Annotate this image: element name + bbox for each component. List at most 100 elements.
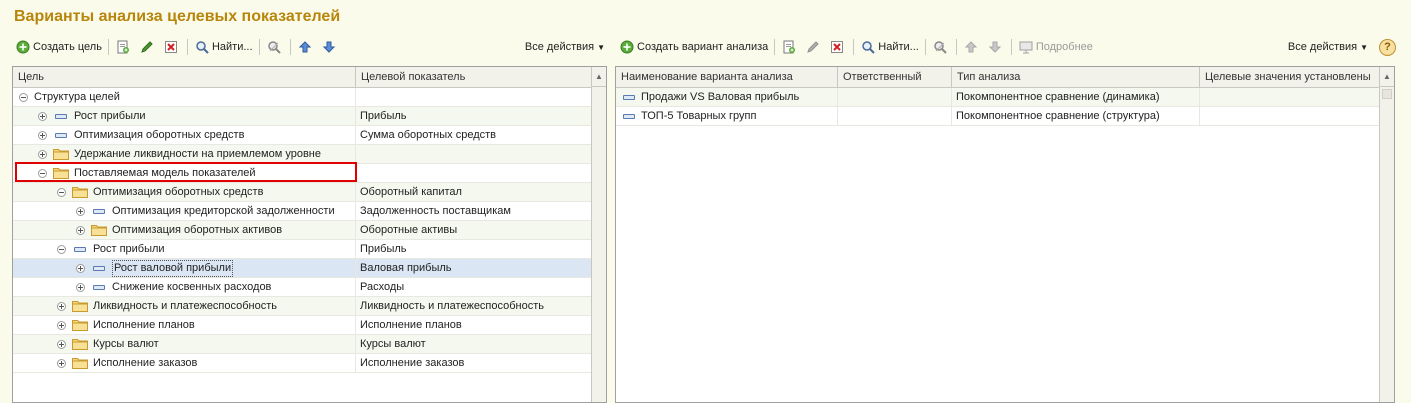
goal-name-cell[interactable]: Рост валовой прибыли xyxy=(13,259,356,277)
variant-row[interactable]: ТОП-5 Товарных групп Покомпонентное сравн… xyxy=(616,107,1394,126)
goal-indicator-cell[interactable] xyxy=(356,164,592,182)
goal-row[interactable]: Оптимизация оборотных активов Оборотные а… xyxy=(13,221,606,240)
find-goal-button[interactable]: Найти... xyxy=(191,37,256,57)
expand-icon[interactable] xyxy=(57,320,66,330)
expand-icon[interactable] xyxy=(57,339,66,349)
scroll-up-icon[interactable]: ▲ xyxy=(1380,67,1394,87)
goal-row[interactable]: Рост валовой прибыли Валовая прибыль xyxy=(13,259,606,278)
goal-indicator-cell[interactable]: Валовая прибыль xyxy=(356,259,592,277)
goal-indicator-cell[interactable]: Прибыль xyxy=(356,240,592,258)
goal-row[interactable]: Структура целей xyxy=(13,88,606,107)
variants-all-actions-menu[interactable]: Все действия ▼ xyxy=(1285,37,1371,57)
goal-row[interactable]: Удержание ликвидности на приемлемом уров… xyxy=(13,145,606,164)
column-header-targets-set[interactable]: Целевые значения установлены xyxy=(1200,67,1380,87)
goal-row[interactable]: Оптимизация оборотных средств Сумма оборо… xyxy=(13,126,606,145)
goal-row[interactable]: Рост прибыли Прибыль xyxy=(13,240,606,259)
expand-icon[interactable] xyxy=(38,111,47,121)
goals-all-actions-menu[interactable]: Все действия ▼ xyxy=(522,37,608,57)
collapse-icon[interactable] xyxy=(57,244,66,254)
goal-row[interactable]: Исполнение планов Исполнение планов xyxy=(13,316,606,335)
goal-indicator-cell[interactable]: Задолженность поставщикам xyxy=(356,202,592,220)
column-header-analysis-type[interactable]: Тип анализа xyxy=(952,67,1200,87)
goal-name-cell[interactable]: Оптимизация кредиторской задолженности xyxy=(13,202,356,220)
goal-name-cell[interactable]: Снижение косвенных расходов xyxy=(13,278,356,296)
goal-name-cell[interactable]: Рост прибыли xyxy=(13,107,356,125)
goal-name-cell[interactable]: Исполнение планов xyxy=(13,316,356,334)
variant-type-cell[interactable]: Покомпонентное сравнение (динамика) xyxy=(952,88,1200,106)
variant-type-cell[interactable]: Покомпонентное сравнение (структура) xyxy=(952,107,1200,125)
goal-indicator-cell[interactable]: Оборотные активы xyxy=(356,221,592,239)
goal-name-cell[interactable]: Поставляемая модель показателей xyxy=(13,164,356,182)
goal-row[interactable]: Курсы валют Курсы валют xyxy=(13,335,606,354)
column-header-goal[interactable]: Цель xyxy=(13,67,356,87)
goal-row[interactable]: Исполнение заказов Исполнение заказов xyxy=(13,354,606,373)
column-header-indicator[interactable]: Целевой показатель xyxy=(356,67,592,87)
details-button[interactable]: Подробнее xyxy=(1015,37,1096,57)
create-variant-button[interactable]: Создать вариант анализа xyxy=(616,37,771,57)
cancel-search-button[interactable] xyxy=(263,37,287,57)
goal-indicator-cell[interactable] xyxy=(356,88,592,106)
goal-name-cell[interactable]: Оптимизация оборотных активов xyxy=(13,221,356,239)
column-header-responsible[interactable]: Ответственный xyxy=(838,67,952,87)
collapse-icon[interactable] xyxy=(19,92,28,102)
goal-name-cell[interactable]: Исполнение заказов xyxy=(13,354,356,372)
goal-name-cell[interactable]: Структура целей xyxy=(13,88,356,106)
goal-name-cell[interactable]: Курсы валют xyxy=(13,335,356,353)
scroll-up-icon[interactable]: ▲ xyxy=(592,67,606,87)
help-button[interactable]: ? xyxy=(1379,38,1396,56)
goal-indicator-cell[interactable]: Оборотный капитал xyxy=(356,183,592,201)
move-up-button[interactable] xyxy=(294,37,318,57)
variant-row[interactable]: Продажи VS Валовая прибыль Покомпонентное… xyxy=(616,88,1394,107)
copy-goal-button[interactable] xyxy=(112,37,136,57)
scrollbar-thumb[interactable] xyxy=(1382,89,1392,99)
expand-icon[interactable] xyxy=(76,282,85,292)
goals-scrollbar[interactable]: ▲ xyxy=(591,67,606,402)
goal-row[interactable]: Снижение косвенных расходов Расходы xyxy=(13,278,606,297)
goal-name-cell[interactable]: Рост прибыли xyxy=(13,240,356,258)
copy-variant-button[interactable] xyxy=(778,37,802,57)
expand-icon[interactable] xyxy=(76,206,85,216)
expand-icon[interactable] xyxy=(57,358,66,368)
variant-name-cell[interactable]: Продажи VS Валовая прибыль xyxy=(616,88,838,106)
goal-indicator-cell[interactable]: Курсы валют xyxy=(356,335,592,353)
expand-icon[interactable] xyxy=(38,130,47,140)
delete-variant-button[interactable] xyxy=(826,37,850,57)
collapse-icon[interactable] xyxy=(57,187,66,197)
goal-indicator-cell[interactable] xyxy=(356,145,592,163)
goal-row[interactable]: Рост прибыли Прибыль xyxy=(13,107,606,126)
goal-name-cell[interactable]: Оптимизация оборотных средств xyxy=(13,126,356,144)
variant-name-cell[interactable]: ТОП-5 Товарных групп xyxy=(616,107,838,125)
goal-indicator-cell[interactable]: Прибыль xyxy=(356,107,592,125)
variant-responsible-cell[interactable] xyxy=(838,88,952,106)
create-goal-button[interactable]: Создать цель xyxy=(12,37,105,57)
goal-indicator-cell[interactable]: Исполнение заказов xyxy=(356,354,592,372)
move-down-button[interactable] xyxy=(318,37,342,57)
goal-row[interactable]: Ликвидность и платежеспособность Ликвидно… xyxy=(13,297,606,316)
expand-icon[interactable] xyxy=(57,301,66,311)
expand-icon[interactable] xyxy=(76,225,85,235)
edit-variant-button[interactable] xyxy=(802,37,826,57)
variant-responsible-cell[interactable] xyxy=(838,107,952,125)
goal-name-cell[interactable]: Оптимизация оборотных средств xyxy=(13,183,356,201)
goal-indicator-cell[interactable]: Ликвидность и платежеспособность xyxy=(356,297,592,315)
variant-targets-cell[interactable] xyxy=(1200,107,1380,125)
goal-row[interactable]: Оптимизация оборотных средств Оборотный к… xyxy=(13,183,606,202)
goal-indicator-cell[interactable]: Сумма оборотных средств xyxy=(356,126,592,144)
find-variant-button[interactable]: Найти... xyxy=(857,37,922,57)
expand-icon[interactable] xyxy=(76,263,85,273)
move-up-button[interactable] xyxy=(960,37,984,57)
goal-indicator-cell[interactable]: Исполнение планов xyxy=(356,316,592,334)
column-header-variant-name[interactable]: Наименование варианта анализа xyxy=(616,67,838,87)
goal-name-cell[interactable]: Удержание ликвидности на приемлемом уров… xyxy=(13,145,356,163)
goal-row[interactable]: Оптимизация кредиторской задолженности За… xyxy=(13,202,606,221)
collapse-icon[interactable] xyxy=(38,168,47,178)
cancel-search-button[interactable] xyxy=(929,37,953,57)
variant-targets-cell[interactable] xyxy=(1200,88,1380,106)
move-down-button[interactable] xyxy=(984,37,1008,57)
goal-row[interactable]: Поставляемая модель показателей xyxy=(13,164,606,183)
edit-goal-button[interactable] xyxy=(136,37,160,57)
variants-scrollbar[interactable]: ▲ xyxy=(1379,67,1394,402)
goal-name-cell[interactable]: Ликвидность и платежеспособность xyxy=(13,297,356,315)
delete-goal-button[interactable] xyxy=(160,37,184,57)
goal-indicator-cell[interactable]: Расходы xyxy=(356,278,592,296)
